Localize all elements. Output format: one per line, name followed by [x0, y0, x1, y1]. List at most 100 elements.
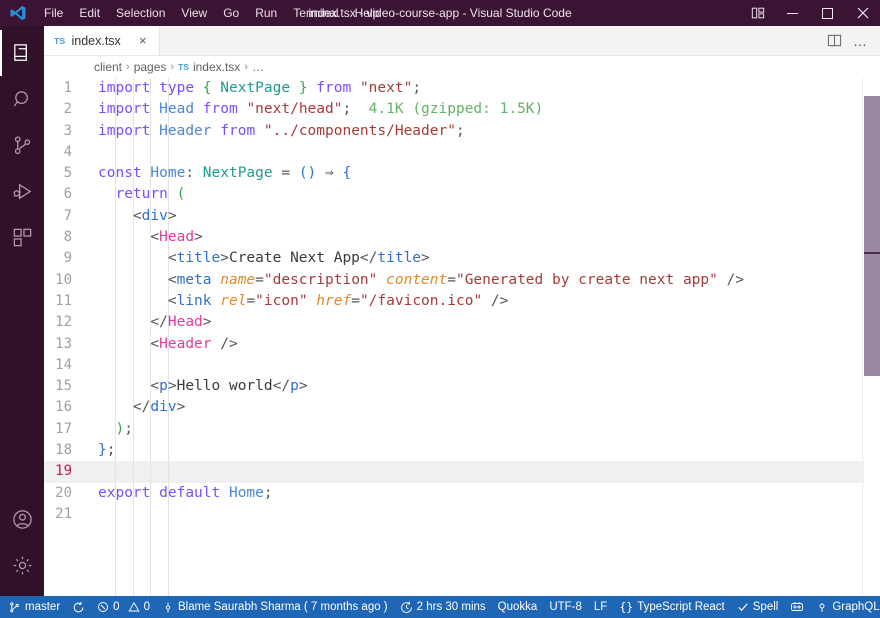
code-line[interactable]: 21: [44, 504, 864, 525]
status-graphql-label: GraphQL: [832, 601, 880, 613]
code-line[interactable]: 7 <div>: [44, 206, 864, 227]
status-encoding[interactable]: UTF-8: [543, 596, 588, 618]
close-button[interactable]: [845, 0, 880, 26]
code-line[interactable]: 12 </Head>: [44, 312, 864, 333]
activity-item-extensions[interactable]: [0, 214, 44, 260]
code-token: >: [298, 378, 308, 395]
status-quokka[interactable]: Quokka: [492, 596, 544, 618]
code-token: ): [115, 420, 125, 437]
code-line-text[interactable]: );: [90, 419, 864, 440]
code-line[interactable]: 10 <meta name="description" content="Gen…: [44, 270, 864, 291]
menu-item-selection[interactable]: Selection: [108, 3, 173, 23]
code-line-text[interactable]: const Home: NextPage = () ⇒ {: [90, 163, 864, 184]
editor-scrollbar[interactable]: [862, 78, 880, 596]
code-line-text[interactable]: [90, 355, 864, 376]
status-spell-label: Spell: [752, 601, 779, 613]
code-line[interactable]: 13 <Header />: [44, 334, 864, 355]
activity-item-run-and-debug[interactable]: [0, 168, 44, 214]
code-line-text[interactable]: [90, 504, 864, 525]
activity-item-accounts[interactable]: [0, 496, 44, 542]
status-wakatime[interactable]: 2 hrs 30 mins: [394, 596, 492, 618]
menu-item-run[interactable]: Run: [247, 3, 285, 23]
code-token: ⇒: [316, 165, 343, 182]
code-line[interactable]: 2 import Head from "next/head"; 4.1K (gzi…: [44, 99, 864, 120]
minimize-button[interactable]: [775, 0, 810, 26]
activity-item-manage-gear-icon[interactable]: [0, 542, 44, 588]
status-git-blame[interactable]: Blame Saurabh Sharma ( 7 months ago ): [156, 596, 394, 618]
maximize-button[interactable]: [810, 0, 845, 26]
typescript-file-icon: TS: [54, 35, 66, 46]
status-problems[interactable]: 0 0: [91, 596, 156, 618]
code-line-text[interactable]: <div>: [90, 206, 864, 227]
tab-index-tsx[interactable]: TS index.tsx ×: [44, 26, 160, 55]
menu-item-go[interactable]: Go: [215, 3, 247, 23]
code-line[interactable]: 1 import type { NextPage } from "next";: [44, 78, 864, 99]
code-token: NextPage: [202, 165, 273, 182]
code-line[interactable]: 6 return (: [44, 184, 864, 205]
code-line[interactable]: 14: [44, 355, 864, 376]
code-token: <: [150, 335, 160, 352]
activity-item-search[interactable]: [0, 76, 44, 122]
code-line-text[interactable]: </div>: [90, 397, 864, 418]
menu-item-edit[interactable]: Edit: [71, 3, 108, 23]
menu-item-file[interactable]: File: [36, 3, 71, 23]
code-line-text[interactable]: export default Home;: [90, 483, 864, 504]
code-line-text[interactable]: <meta name="description" content="Genera…: [90, 270, 864, 291]
code-line[interactable]: 18};: [44, 440, 864, 461]
status-language-mode[interactable]: {} TypeScript React: [613, 596, 730, 618]
close-icon[interactable]: ×: [135, 33, 151, 49]
split-editor-icon[interactable]: [822, 29, 846, 53]
code-lines-container[interactable]: 1 import type { NextPage } from "next"; 2 i…: [44, 78, 864, 596]
code-line-text[interactable]: <p>Hello world</p>: [90, 376, 864, 397]
ellipsis-icon[interactable]: …: [848, 29, 872, 53]
status-graphql[interactable]: GraphQL: [810, 596, 880, 618]
code-line[interactable]: 4: [44, 142, 864, 163]
code-token: =: [255, 271, 264, 288]
code-line-text[interactable]: <title>Create Next App</title>: [90, 248, 864, 269]
menu-item-terminal[interactable]: Terminal: [285, 3, 346, 23]
code-line-text[interactable]: [90, 461, 864, 482]
status-branch[interactable]: master: [2, 596, 66, 618]
breadcrumb-item-client[interactable]: client: [94, 60, 122, 74]
line-number: 1: [63, 80, 72, 96]
status-eol[interactable]: LF: [588, 596, 613, 618]
breadcrumb-item-symbol[interactable]: …: [252, 60, 264, 74]
scrollbar-thumb[interactable]: [864, 96, 880, 376]
code-line-text[interactable]: <Head>: [90, 227, 864, 248]
code-line[interactable]: 15 <p>Hello world</p>: [44, 376, 864, 397]
activity-item-source-control[interactable]: [0, 122, 44, 168]
code-line[interactable]: 16 </div>: [44, 397, 864, 418]
code-line-text[interactable]: };: [90, 440, 864, 461]
activity-item-explorer[interactable]: [0, 30, 44, 76]
code-line-text[interactable]: return (: [90, 184, 864, 205]
status-live-share[interactable]: [784, 596, 810, 618]
menu-item-view[interactable]: View: [173, 3, 215, 23]
status-sync[interactable]: [66, 596, 91, 618]
code-line[interactable]: 11 <link rel="icon" href="/favicon.ico" …: [44, 291, 864, 312]
code-line-text[interactable]: [90, 142, 864, 163]
status-spell-checker[interactable]: Spell: [731, 596, 785, 618]
menu-item-help[interactable]: Help: [347, 3, 388, 23]
breadcrumb-item-pages[interactable]: pages: [134, 60, 167, 74]
code-line[interactable]: 8 <Head>: [44, 227, 864, 248]
code-line-text[interactable]: import Head from "next/head"; 4.1K (gzip…: [90, 99, 864, 120]
customize-layout-icon[interactable]: [740, 0, 775, 26]
code-line[interactable]: 17 );: [44, 419, 864, 440]
code-line[interactable]: 19: [44, 461, 864, 483]
code-editor[interactable]: 1 import type { NextPage } from "next"; 2 i…: [44, 78, 880, 596]
code-line[interactable]: 5 const Home: NextPage = () ⇒ {: [44, 163, 864, 184]
breadcrumb-item-file[interactable]: index.tsx: [193, 60, 240, 74]
code-line-text[interactable]: <link rel="icon" href="/favicon.ico" />: [90, 291, 864, 312]
code-line-text[interactable]: <Header />: [90, 334, 864, 355]
code-line-text[interactable]: </Head>: [90, 312, 864, 333]
code-line[interactable]: 20 export default Home;: [44, 483, 864, 504]
code-line-text[interactable]: import Header from "../components/Header…: [90, 121, 864, 142]
code-line[interactable]: 9 <title>Create Next App</title>: [44, 248, 864, 269]
code-line[interactable]: 3 import Header from "../components/Heade…: [44, 121, 864, 142]
code-line-text[interactable]: import type { NextPage } from "next";: [90, 78, 864, 99]
